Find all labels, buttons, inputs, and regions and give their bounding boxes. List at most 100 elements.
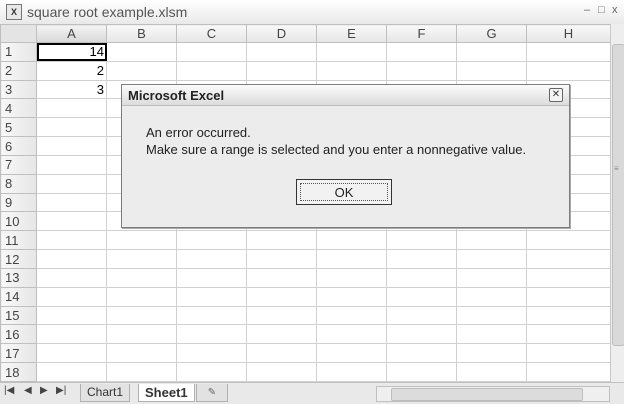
- sheet-tab-sheet1[interactable]: Sheet1: [138, 384, 195, 402]
- cell-b12[interactable]: [106, 249, 177, 269]
- excel-file-icon[interactable]: X: [6, 4, 22, 20]
- column-header-e[interactable]: E: [316, 24, 387, 43]
- cell-a15[interactable]: [36, 305, 107, 326]
- cell-c15[interactable]: [176, 305, 247, 326]
- cell-e2[interactable]: [316, 60, 387, 81]
- row-header-15[interactable]: 15: [0, 305, 37, 326]
- cell-a5[interactable]: [36, 117, 107, 138]
- row-header-10[interactable]: 10: [0, 211, 37, 232]
- row-header-9[interactable]: 9: [0, 192, 37, 213]
- row-header-2[interactable]: 2: [0, 60, 37, 81]
- insert-worksheet-icon[interactable]: ✎: [196, 384, 228, 402]
- ok-button[interactable]: OK: [296, 179, 392, 205]
- cell-d18[interactable]: [246, 362, 317, 382]
- cell-e11[interactable]: [316, 230, 387, 251]
- cell-f11[interactable]: [386, 230, 457, 251]
- cell-b16[interactable]: [106, 324, 177, 345]
- cell-e14[interactable]: [316, 286, 387, 307]
- cell-a7[interactable]: [36, 154, 107, 175]
- cell-c14[interactable]: [176, 286, 247, 307]
- cell-c16[interactable]: [176, 324, 247, 345]
- cell-c13[interactable]: [176, 267, 247, 288]
- cell-h11[interactable]: [526, 230, 611, 251]
- cell-a10[interactable]: [36, 211, 107, 232]
- cell-b11[interactable]: [106, 230, 177, 251]
- cell-c2[interactable]: [176, 60, 247, 81]
- cell-h15[interactable]: [526, 305, 611, 326]
- cell-a17[interactable]: [36, 343, 107, 364]
- cell-c18[interactable]: [176, 362, 247, 382]
- cell-d12[interactable]: [246, 249, 317, 269]
- cell-e1[interactable]: [316, 42, 387, 62]
- first-sheet-icon[interactable]: |◀: [4, 385, 14, 396]
- cell-a3[interactable]: 3: [36, 79, 107, 100]
- cell-e15[interactable]: [316, 305, 387, 326]
- cell-h18[interactable]: [526, 362, 611, 382]
- restore-button[interactable]: □: [598, 4, 605, 16]
- close-button[interactable]: x: [612, 4, 618, 16]
- cell-g14[interactable]: [456, 286, 527, 307]
- cell-e17[interactable]: [316, 343, 387, 364]
- row-header-3[interactable]: 3: [0, 79, 37, 100]
- cell-c17[interactable]: [176, 343, 247, 364]
- cell-a1[interactable]: 14: [36, 42, 107, 62]
- prev-sheet-icon[interactable]: ◀: [24, 385, 32, 396]
- cell-d1[interactable]: [246, 42, 317, 62]
- cell-e13[interactable]: [316, 267, 387, 288]
- cell-a13[interactable]: [36, 267, 107, 288]
- cell-g2[interactable]: [456, 60, 527, 81]
- vertical-scroll-thumb[interactable]: [612, 44, 624, 346]
- column-header-a[interactable]: A: [36, 24, 107, 43]
- row-header-6[interactable]: 6: [0, 136, 37, 156]
- cell-c12[interactable]: [176, 249, 247, 269]
- cell-a4[interactable]: [36, 98, 107, 119]
- cell-b15[interactable]: [106, 305, 177, 326]
- cell-a6[interactable]: [36, 136, 107, 156]
- cell-d14[interactable]: [246, 286, 317, 307]
- row-header-17[interactable]: 17: [0, 343, 37, 364]
- cell-g1[interactable]: [456, 42, 527, 62]
- cell-h2[interactable]: [526, 60, 611, 81]
- row-header-12[interactable]: 12: [0, 249, 37, 269]
- sheet-tab-chart1[interactable]: Chart1: [80, 384, 131, 402]
- row-header-5[interactable]: 5: [0, 117, 37, 138]
- cell-h12[interactable]: [526, 249, 611, 269]
- cell-h14[interactable]: [526, 286, 611, 307]
- row-header-8[interactable]: 8: [0, 173, 37, 194]
- cell-a16[interactable]: [36, 324, 107, 345]
- column-header-f[interactable]: F: [386, 24, 457, 43]
- cell-a14[interactable]: [36, 286, 107, 307]
- cell-d15[interactable]: [246, 305, 317, 326]
- cell-g17[interactable]: [456, 343, 527, 364]
- cell-d17[interactable]: [246, 343, 317, 364]
- cell-a11[interactable]: [36, 230, 107, 251]
- cell-g18[interactable]: [456, 362, 527, 382]
- cell-e18[interactable]: [316, 362, 387, 382]
- cell-d2[interactable]: [246, 60, 317, 81]
- cell-f1[interactable]: [386, 42, 457, 62]
- row-header-18[interactable]: 18: [0, 362, 37, 382]
- minimize-button[interactable]: –: [584, 4, 590, 16]
- cell-f17[interactable]: [386, 343, 457, 364]
- row-header-13[interactable]: 13: [0, 267, 37, 288]
- row-header-16[interactable]: 16: [0, 324, 37, 345]
- cell-f18[interactable]: [386, 362, 457, 382]
- cell-f2[interactable]: [386, 60, 457, 81]
- dialog-close-icon[interactable]: ✕: [549, 88, 563, 102]
- next-sheet-icon[interactable]: ▶: [40, 385, 48, 396]
- cell-d13[interactable]: [246, 267, 317, 288]
- cell-d11[interactable]: [246, 230, 317, 251]
- cell-h13[interactable]: [526, 267, 611, 288]
- select-all-corner[interactable]: [0, 24, 37, 43]
- cell-b14[interactable]: [106, 286, 177, 307]
- cell-g16[interactable]: [456, 324, 527, 345]
- cell-b1[interactable]: [106, 42, 177, 62]
- cell-f15[interactable]: [386, 305, 457, 326]
- column-header-d[interactable]: D: [246, 24, 317, 43]
- cell-e16[interactable]: [316, 324, 387, 345]
- cell-b17[interactable]: [106, 343, 177, 364]
- column-header-g[interactable]: G: [456, 24, 527, 43]
- cell-a2[interactable]: 2: [36, 60, 107, 81]
- column-header-c[interactable]: C: [176, 24, 247, 43]
- column-header-b[interactable]: B: [106, 24, 177, 43]
